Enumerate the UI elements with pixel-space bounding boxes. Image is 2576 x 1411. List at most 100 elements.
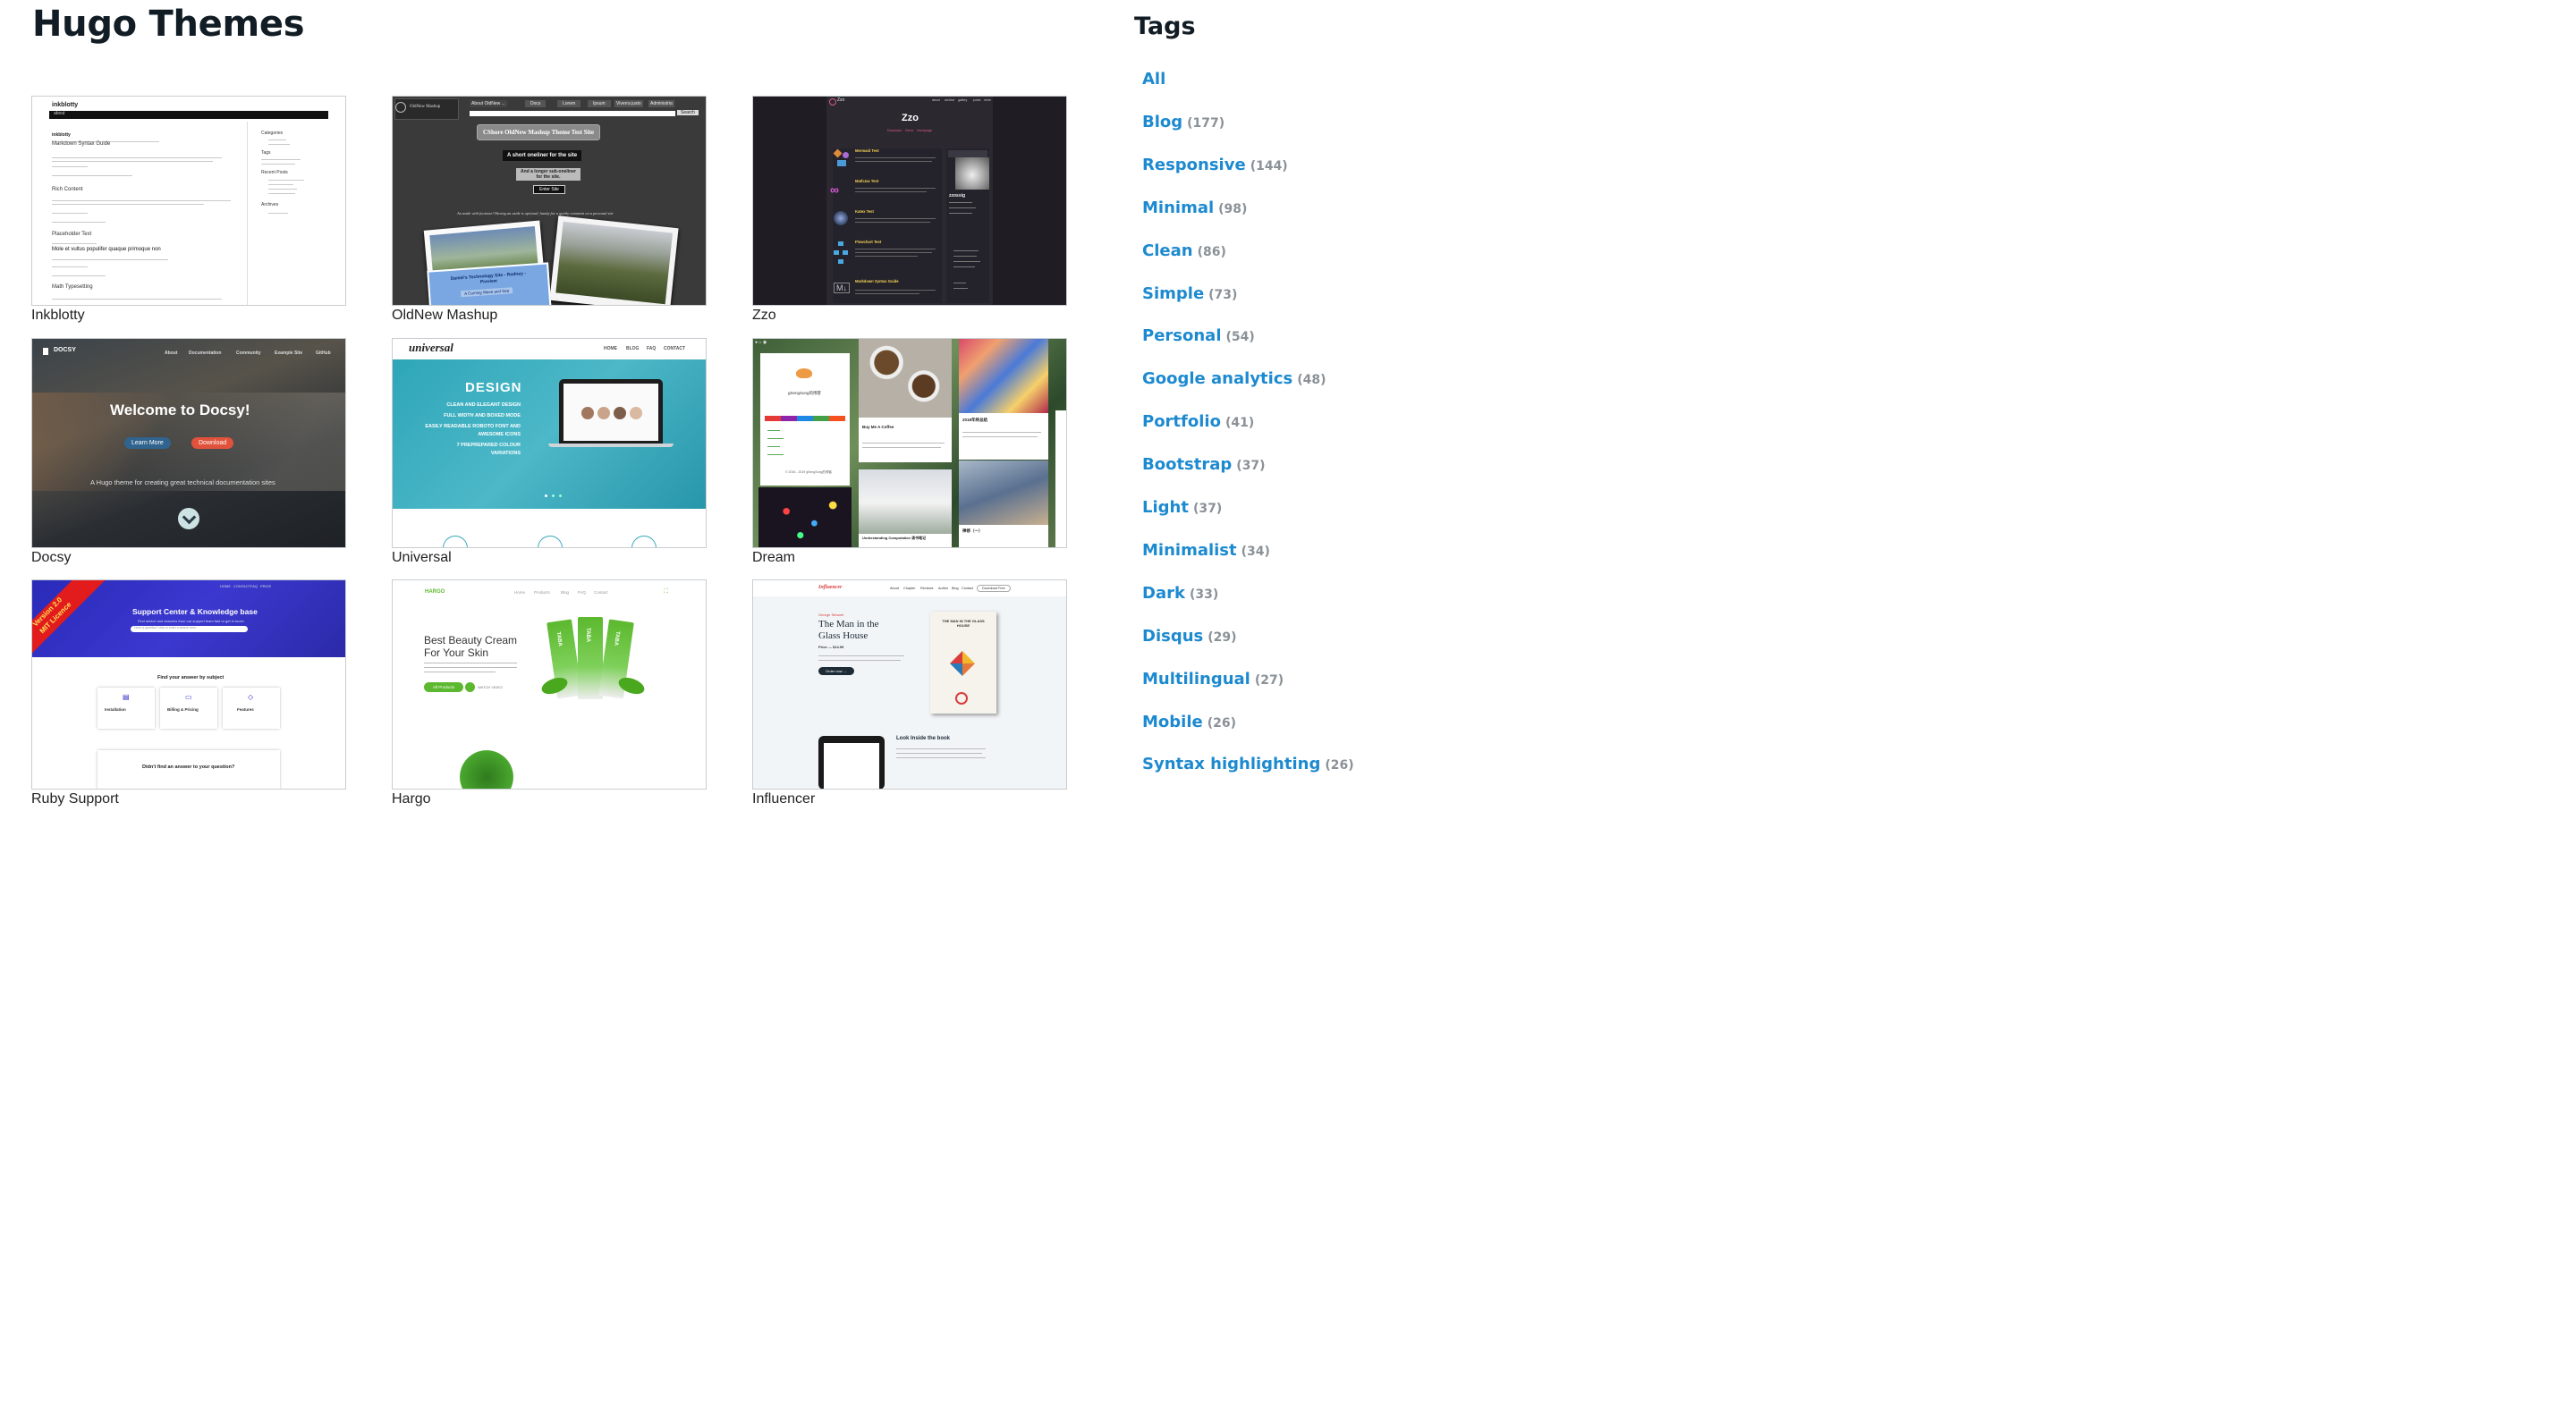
preview-photo-reading (959, 460, 1048, 525)
theme-name[interactable]: Influencer (752, 791, 1067, 807)
preview-photo-paint (959, 339, 1048, 413)
theme-card-support[interactable]: Version 2.0 MIT Licence HOME CONTACT FAQ… (31, 579, 346, 807)
tag-link[interactable]: Minimalist (34) (1142, 541, 1270, 560)
tag-link[interactable]: Multilingual (27) (1142, 670, 1284, 689)
preview-text-line (862, 443, 945, 444)
preview-post-title: Mermaid Test (855, 148, 879, 153)
preview-nav-item: Blog (561, 590, 570, 595)
preview-divider (247, 122, 248, 305)
tag-count: (144) (1250, 158, 1288, 173)
theme-name[interactable]: Ruby Support (31, 791, 346, 807)
preview-brand: Zzo (837, 97, 845, 103)
preview-navbar (49, 111, 328, 119)
theme-thumbnail-influencer[interactable]: Influencer About Chapter Reviews Author … (752, 579, 1067, 790)
theme-card-dream[interactable]: ● ⌂ ◉ gSengSung的博客 © 2016 - 2019 gSengSu… (752, 338, 1067, 566)
theme-thumbnail-docsy[interactable]: DOCSY About Documentation Community Exam… (31, 338, 346, 548)
preview-post-image-mathjax: ∞ (830, 182, 839, 197)
tag-link[interactable]: Dark (33) (1142, 584, 1218, 603)
preview-post-title: Placeholder Text (52, 232, 92, 237)
tag-link[interactable]: Minimal (98) (1142, 199, 1247, 217)
theme-card-oldnew-mashup[interactable]: OldNew Mashup About OldNew ... Docs Lore… (392, 96, 707, 324)
theme-name[interactable]: Inkblotty (31, 308, 346, 324)
preview-nav-button: Download Free (977, 585, 1011, 592)
tag-link[interactable]: Light (37) (1142, 498, 1222, 517)
theme-card-influencer[interactable]: Influencer About Chapter Reviews Author … (752, 579, 1067, 807)
preview-menu-item: Administria (648, 100, 674, 107)
preview-text-line (52, 175, 132, 176)
preview-section-title: Look Inside the book (896, 736, 951, 741)
preview-nav-item: Products (534, 590, 550, 595)
tag-link[interactable]: Personal (54) (1142, 326, 1255, 345)
theme-card-zzo[interactable]: Zzo about archive gallery posts more Zzo… (752, 96, 1067, 324)
preview-hero-title: Zzo (902, 113, 919, 123)
preview-text-line (268, 189, 297, 190)
tag-count: (26) (1207, 715, 1236, 731)
preview-help-card: Didn't find an answer to your question? (97, 750, 280, 789)
preview-nav-item: GitHub (316, 351, 331, 356)
theme-name[interactable]: Dream (752, 550, 1067, 566)
theme-thumbnail-inkblotty[interactable]: inkblotty about inkblotty Markdown Synta… (31, 96, 346, 306)
preview-post-title: Understanding Computation 读书笔记 (862, 536, 927, 540)
tag-link[interactable]: Portfolio (41) (1142, 412, 1254, 431)
theme-card-universal[interactable]: universal HOME BLOG FAQ CONTACT DESIGN C… (392, 338, 707, 566)
preview-menu-item: Viverra justo (614, 100, 643, 107)
theme-thumbnail-universal[interactable]: universal HOME BLOG FAQ CONTACT DESIGN C… (392, 338, 707, 548)
theme-name[interactable]: Universal (392, 550, 707, 566)
preview-nav-item: archive (945, 98, 955, 102)
preview-sidebar-label: Recent Posts (261, 170, 288, 175)
preview-nav-item: Contact (962, 587, 974, 590)
preview-text-line (855, 252, 932, 253)
theme-thumbnail-support[interactable]: Version 2.0 MIT Licence HOME CONTACT FAQ… (31, 579, 346, 790)
preview-logo: HARGO (425, 589, 445, 595)
preview-text-line (52, 157, 222, 158)
theme-thumbnail-oldnew-mashup[interactable]: OldNew Mashup About OldNew ... Docs Lore… (392, 96, 707, 306)
tag-link[interactable]: Blog (177) (1142, 113, 1224, 131)
tag-count: (33) (1189, 587, 1219, 602)
tags-heading: Tags (1134, 13, 1196, 40)
preview-text-line (261, 159, 301, 160)
tag-count: (86) (1197, 244, 1226, 259)
tag-link[interactable]: Disqus (29) (1142, 627, 1237, 646)
preview-text-line (268, 144, 290, 145)
theme-name[interactable]: Hargo (392, 791, 707, 807)
theme-thumbnail-zzo[interactable]: Zzo about archive gallery posts more Zzo… (752, 96, 1067, 306)
theme-name[interactable]: Zzo (752, 308, 1067, 324)
preview-text-line (52, 222, 106, 223)
preview-menu-item: Lorem (557, 100, 581, 107)
preview-text-line (268, 213, 288, 214)
tag-link[interactable]: All (1142, 70, 1170, 89)
preview-text-line (855, 290, 936, 291)
theme-card-docsy[interactable]: DOCSY About Documentation Community Exam… (31, 338, 346, 566)
theme-card-hargo[interactable]: HARGO Home Products Blog FAQ Contact ⛶ B… (392, 579, 707, 807)
preview-post-title: inkblotty (52, 132, 71, 138)
preview-nav-item: PRICE (260, 584, 272, 588)
preview-post-title: Math Typesetting (52, 284, 93, 290)
preview-book-title: Glass House (818, 630, 869, 641)
preview-post-title: Markdown Syntax Guide (855, 279, 899, 283)
theme-thumbnail-dream[interactable]: ● ⌂ ◉ gSengSung的博客 © 2016 - 2019 gSengSu… (752, 338, 1067, 548)
tag-link[interactable]: Responsive (144) (1142, 156, 1288, 174)
preview-bullet: CLEAN AND ELEGANT DESIGN (446, 402, 521, 408)
preview-photo-lights (758, 487, 852, 547)
tag-link[interactable]: Clean (86) (1142, 241, 1226, 260)
tag-link[interactable]: Bootstrap (37) (1142, 455, 1266, 474)
preview-text-line (261, 164, 295, 165)
tag-name: Google analytics (1142, 369, 1293, 389)
theme-name[interactable]: Docsy (31, 550, 346, 566)
theme-thumbnail-hargo[interactable]: HARGO Home Products Blog FAQ Contact ⛶ B… (392, 579, 707, 790)
tag-link[interactable]: Simple (73) (1142, 284, 1237, 303)
preview-bullet: EASILY READABLE ROBOTO FONT AND (425, 424, 521, 429)
preview-site-title: inkblotty (52, 102, 79, 108)
preview-post-image-katex (834, 211, 848, 225)
theme-name[interactable]: OldNew Mashup (392, 308, 707, 324)
preview-text-line (52, 299, 222, 300)
theme-card-inkblotty[interactable]: inkblotty about inkblotty Markdown Synta… (31, 96, 346, 324)
preview-subject-card: ▭ Billing & Pricing (160, 688, 217, 729)
preview-text-line (52, 161, 213, 162)
preview-docsy-logo-icon (43, 348, 48, 355)
tag-link[interactable]: Google analytics (48) (1142, 369, 1326, 388)
tag-link[interactable]: Mobile (26) (1142, 713, 1236, 731)
preview-nav-item: Blog (952, 587, 959, 590)
tag-link[interactable]: Syntax highlighting (26) (1142, 755, 1354, 773)
preview-text-line (949, 213, 972, 214)
